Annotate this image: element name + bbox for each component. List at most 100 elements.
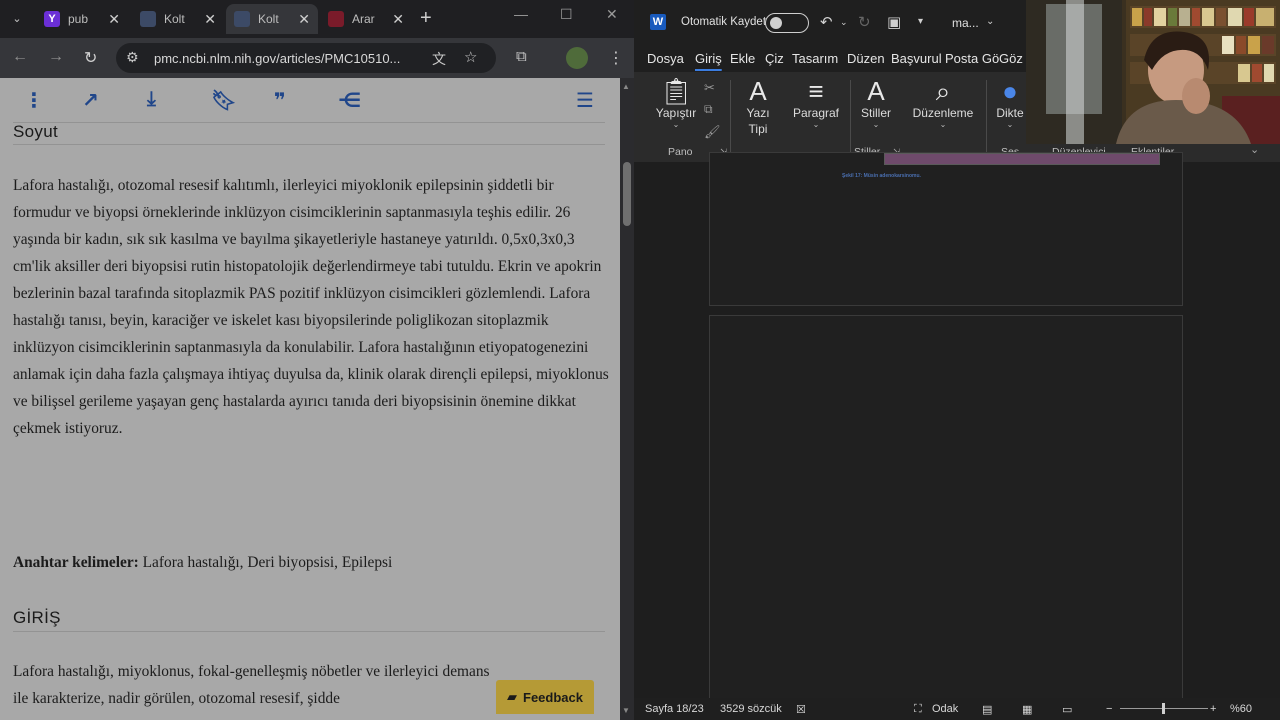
chevron-down-icon: ⌄ <box>672 120 680 129</box>
zoom-out-icon[interactable]: − <box>1106 703 1112 715</box>
chevron-down-icon: ⌄ <box>939 120 947 129</box>
editing-button[interactable]: ⌕ Düzenleme ⌄ <box>910 76 976 129</box>
paste-button[interactable]: 📋︎ Yapıştır ⌄ <box>654 76 698 129</box>
tab-references[interactable]: Başvurul <box>891 51 942 66</box>
tab-close-icon[interactable]: ✕ <box>108 11 120 28</box>
font-label: Yazı <box>746 106 770 120</box>
back-icon[interactable]: ← <box>12 48 28 66</box>
zoom-level[interactable]: %60 <box>1230 703 1252 715</box>
tab-file[interactable]: Dosya <box>647 51 684 66</box>
page-scrollbar[interactable]: ▲ ▼ <box>620 78 634 720</box>
feedback-button[interactable]: ▰ Feedback <box>496 680 594 714</box>
tab-home[interactable]: Giriş <box>695 51 722 66</box>
reload-icon[interactable]: ↻ <box>84 48 97 68</box>
keywords-value: Lafora hastalığı, Deri biyopsisi, Epilep… <box>138 554 393 571</box>
tab-close-icon[interactable]: ✕ <box>204 11 216 28</box>
tab-review[interactable]: Göz <box>999 51 1023 66</box>
focus-icon[interactable]: ⛶ <box>914 703 922 716</box>
divider <box>13 122 605 123</box>
new-tab-icon[interactable]: + <box>420 7 432 30</box>
more-options-icon[interactable]: ⋮ <box>24 88 44 113</box>
docname-dropdown-icon[interactable]: ⌄ <box>986 16 994 27</box>
table-of-contents-icon[interactable]: ☰ <box>576 88 594 113</box>
group-label-clipboard: Pano <box>668 146 693 158</box>
word-count[interactable]: 3529 sözcük <box>720 703 782 715</box>
tab-insert[interactable]: Ekle <box>730 51 755 66</box>
undo-icon[interactable]: ↶ <box>820 13 833 31</box>
browser-tab-4[interactable]: Arar ✕ <box>320 4 412 34</box>
bookmark-star-icon[interactable]: ☆ <box>464 48 477 66</box>
redo-icon[interactable]: ↻ <box>858 13 871 31</box>
minimize-icon[interactable]: — <box>514 6 528 22</box>
separator <box>730 80 731 156</box>
share-icon[interactable]: ⋲ <box>338 88 361 113</box>
forward-icon[interactable]: → <box>48 48 64 66</box>
paragraph-button[interactable]: ≡ Paragraf ⌄ <box>792 76 840 129</box>
undo-dropdown-icon[interactable]: ⌄ <box>840 17 848 28</box>
proofing-icon[interactable]: ☒ <box>796 703 806 716</box>
focus-label[interactable]: Odak <box>932 703 958 715</box>
font-button[interactable]: A Yazı <box>736 76 780 120</box>
customize-toolbar-icon[interactable]: ▾ <box>918 16 923 27</box>
styles-button[interactable]: A Stiller ⌄ <box>856 76 896 129</box>
cut-icon[interactable]: ✂ <box>704 80 715 96</box>
feedback-label: Feedback <box>523 689 583 705</box>
window-close-icon[interactable]: ✕ <box>606 6 618 23</box>
web-layout-icon[interactable]: ▭ <box>1062 703 1072 716</box>
page-favicon-icon <box>328 11 344 27</box>
browser-tab-3-active[interactable]: Kolt ✕ <box>226 4 318 34</box>
collapse-ribbon-icon[interactable]: ⌄ <box>1250 143 1259 156</box>
cite-icon[interactable]: ❞ <box>274 88 286 113</box>
divider <box>13 144 605 145</box>
page-count[interactable]: Sayfa 18/23 <box>645 703 704 715</box>
browser-tab-2[interactable]: Kolt ✕ <box>132 4 224 34</box>
scrollbar-thumb[interactable] <box>623 162 631 226</box>
autosave-toggle[interactable] <box>765 13 809 33</box>
open-external-icon[interactable]: ↗ <box>82 88 99 113</box>
document-page-18[interactable]: Şekil 17: Müsin adenokarsinomu. <box>709 152 1183 306</box>
figure-image[interactable] <box>884 153 1160 165</box>
tab-search-icon[interactable]: ⌄ <box>6 8 28 30</box>
tab-layout[interactable]: Düzen <box>847 51 885 66</box>
download-icon[interactable]: ⤓ <box>147 88 156 111</box>
extensions-icon[interactable]: ⧉ <box>516 48 527 65</box>
copy-icon[interactable]: ⧉ <box>704 102 713 117</box>
print-layout-icon[interactable]: ▦ <box>1022 703 1032 716</box>
scroll-down-arrow-icon[interactable]: ▼ <box>622 706 630 715</box>
editing-label: Düzenleme <box>912 106 974 120</box>
tab-strip: ⌄ Y pub ✕ Kolt ✕ Kolt ✕ Arar ✕ + — ☐ ✕ <box>0 0 634 38</box>
tab-mailings[interactable]: Posta Gö <box>945 51 999 66</box>
browser-menu-icon[interactable]: ⋮ <box>608 48 624 68</box>
page-favicon-icon <box>234 11 250 27</box>
tab-draw[interactable]: Çiz <box>765 51 784 66</box>
figure-caption: Şekil 17: Müsin adenokarsinomu. <box>842 173 921 179</box>
save-icon[interactable]: ▣ <box>887 13 901 31</box>
format-painter-icon[interactable]: 🖌︎ <box>704 124 721 140</box>
zoom-slider-knob[interactable] <box>1162 703 1165 714</box>
maximize-icon[interactable]: ☐ <box>560 6 573 23</box>
tab-close-icon[interactable]: ✕ <box>392 11 404 28</box>
divider <box>13 631 605 632</box>
scroll-up-arrow-icon[interactable]: ▲ <box>622 82 630 91</box>
dictate-button[interactable]: ● Dikte ⌄ <box>990 76 1030 129</box>
site-info-icon[interactable]: ⚙ <box>126 49 139 66</box>
tab-title: Kolt <box>164 12 185 26</box>
tab-close-icon[interactable]: ✕ <box>298 11 310 28</box>
separator <box>850 80 851 156</box>
bookmark-icon[interactable]: 🔖︎ <box>211 88 236 113</box>
tab-design[interactable]: Tasarım <box>792 51 838 66</box>
document-name[interactable]: ma... <box>952 16 979 30</box>
font-label-2: Tipi <box>748 122 768 136</box>
tab-title: Kolt <box>258 12 279 26</box>
article-page: ⋮ ↗ ⤓ 🔖︎ ❞ ⋲ ☰ Soyut Lafora hastalığı, o… <box>0 78 620 720</box>
browser-tab-1[interactable]: Y pub ✕ <box>36 4 128 34</box>
zoom-in-icon[interactable]: + <box>1210 703 1216 715</box>
chevron-down-icon: ⌄ <box>872 120 880 129</box>
document-page-19[interactable] <box>709 315 1183 715</box>
profile-avatar[interactable] <box>566 47 588 69</box>
read-mode-icon[interactable]: ▤ <box>982 703 992 716</box>
address-bar[interactable]: ⚙ pmc.ncbi.nlm.nih.gov/articles/PMC10510… <box>116 43 496 73</box>
translate-icon[interactable]: 文 <box>432 49 446 69</box>
tab-title: Arar <box>352 12 375 26</box>
page-favicon-icon <box>140 11 156 27</box>
